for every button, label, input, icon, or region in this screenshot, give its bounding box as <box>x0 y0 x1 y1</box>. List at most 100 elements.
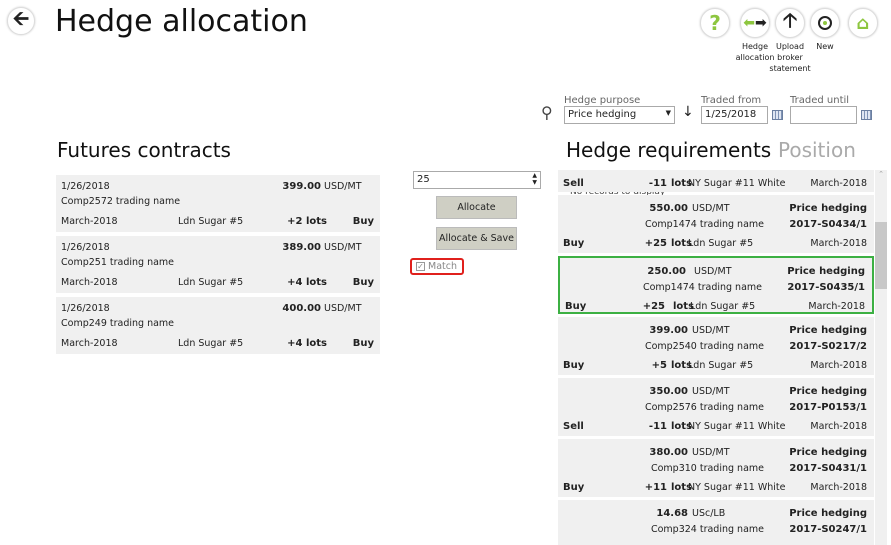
question-icon: ? <box>700 8 730 38</box>
company: Comp2576 trading name <box>644 402 764 413</box>
match-checkbox[interactable]: ✓ Match <box>410 258 464 275</box>
reference: 2017-S0434/1 <box>789 219 867 230</box>
chevron-down-icon: ▼ <box>665 109 671 117</box>
side: Buy <box>563 482 585 493</box>
company: Comp1474 trading name <box>642 282 762 293</box>
checkbox-icon: ✓ <box>416 262 425 271</box>
match-label: Match <box>428 261 458 272</box>
traded-until-input[interactable] <box>790 106 857 124</box>
requirement-item[interactable]: 14.68 USc/LB Price hedging Comp324 tradi… <box>558 500 874 545</box>
month: March-2018 <box>808 301 865 312</box>
side: Buy <box>352 338 374 349</box>
list-item[interactable]: Sell -11 lots NY Sugar #11 White March-2… <box>558 170 874 192</box>
unit: USD/MT <box>694 266 732 277</box>
month: March-2018 <box>61 338 118 349</box>
scrollbar-thumb[interactable] <box>875 222 887 289</box>
market: Ldn Sugar #5 <box>178 338 244 349</box>
trade-date: 1/26/2018 <box>61 181 110 192</box>
hedge-purpose-value: Price hedging <box>568 109 637 120</box>
market: NY Sugar #11 White <box>688 482 786 493</box>
month: March-2018 <box>810 360 867 371</box>
lots: +2 lots <box>287 216 327 227</box>
unit: USD/MT <box>324 242 362 253</box>
scroll-up-icon[interactable]: ⌃ <box>875 170 887 178</box>
market: Ldn Sugar #5 <box>688 238 754 249</box>
price: 399.00 <box>282 181 321 192</box>
traded-from-input[interactable]: 1/25/2018 <box>701 106 768 124</box>
requirement-item[interactable]: 250.00 USD/MT Price hedging Comp1474 tra… <box>558 256 874 314</box>
traded-from-label: Traded from <box>701 95 762 106</box>
company: Comp324 trading name <box>650 524 764 535</box>
company: Comp310 trading name <box>650 463 764 474</box>
reference: 2017-S0431/1 <box>789 463 867 474</box>
search-icon[interactable]: ⚲ <box>541 103 553 122</box>
calendar-icon[interactable] <box>861 110 872 120</box>
spin-icon[interactable]: ▲ ▼ <box>532 172 537 186</box>
unit: USD/MT <box>324 303 362 314</box>
side: Buy <box>563 238 585 249</box>
page-title: Hedge allocation <box>55 4 308 39</box>
sort-down-icon[interactable]: ↓ <box>682 104 694 120</box>
unit: USc/LB <box>692 508 726 519</box>
price: 399.00 <box>649 325 688 336</box>
futures-item[interactable]: 1/26/2018 389.00 USD/MT Comp251 trading … <box>56 236 380 293</box>
help-button[interactable]: ? <box>700 8 730 38</box>
requirement-item[interactable]: 350.00 USD/MT Price hedging Comp2576 tra… <box>558 378 874 436</box>
requirement-item[interactable]: 550.00 USD/MT Price hedging Comp1474 tra… <box>558 195 874 253</box>
new-button[interactable]: New <box>810 8 850 52</box>
market: NY Sugar #11 White <box>688 421 786 432</box>
tab-position[interactable]: Position <box>778 138 856 162</box>
month: March-2018 <box>810 421 867 432</box>
unit: USD/MT <box>692 203 730 214</box>
futures-title: Futures contracts <box>57 138 231 162</box>
requirement-item[interactable]: 380.00 USD/MT Price hedging Comp310 trad… <box>558 439 874 497</box>
arrow-up-icon: 🡡 <box>775 8 805 38</box>
quantity: +25 <box>644 238 667 249</box>
back-button[interactable]: 🡨 <box>7 6 35 35</box>
price: 550.00 <box>649 203 688 214</box>
purpose: Price hedging <box>787 266 865 277</box>
swap-arrows-icon: ⬅ ➡ <box>740 8 770 38</box>
reference: 2017-S0435/1 <box>787 282 865 293</box>
market: Ldn Sugar #5 <box>688 360 754 371</box>
requirements-title: Hedge requirements <box>566 138 772 162</box>
allocate-save-button[interactable]: Allocate & Save <box>436 227 517 250</box>
market: Ldn Sugar #5 <box>690 301 756 312</box>
home-button[interactable]: ⌂ <box>848 8 878 38</box>
unit: USD/MT <box>692 447 730 458</box>
side: Buy <box>565 301 587 312</box>
reference: 2017-S0217/2 <box>789 341 867 352</box>
unit: USD/MT <box>692 386 730 397</box>
price: 400.00 <box>282 303 321 314</box>
futures-item[interactable]: 1/26/2018 399.00 USD/MT Comp2572 trading… <box>56 175 380 232</box>
plus-circle-icon <box>810 8 840 38</box>
quantity: +11 <box>644 482 667 493</box>
company: Comp2572 trading name <box>61 196 181 207</box>
price: 389.00 <box>282 242 321 253</box>
calendar-icon[interactable] <box>772 110 783 120</box>
month: March-2018 <box>61 277 118 288</box>
futures-item[interactable]: 1/26/2018 400.00 USD/MT Comp249 trading … <box>56 297 380 354</box>
quantity-stepper[interactable]: 25 ▲ ▼ <box>413 171 541 189</box>
month: March-2018 <box>810 482 867 493</box>
side: Buy <box>563 360 585 371</box>
purpose: Price hedging <box>789 203 867 214</box>
scrollbar[interactable]: ⌃ <box>875 170 887 545</box>
allocate-button[interactable]: Allocate <box>436 196 517 219</box>
hedge-purpose-select[interactable]: Price hedging ▼ <box>564 106 675 124</box>
market: Ldn Sugar #5 <box>178 216 244 227</box>
trade-date: 1/26/2018 <box>61 242 110 253</box>
requirement-item[interactable]: 399.00 USD/MT Price hedging Comp2540 tra… <box>558 317 874 375</box>
company: Comp1474 trading name <box>644 219 764 230</box>
company: Comp251 trading name <box>61 257 175 268</box>
quantity: -11 <box>648 421 667 432</box>
trade-date: 1/26/2018 <box>61 303 110 314</box>
lots: +4 lots <box>287 338 327 349</box>
side: Buy <box>352 277 374 288</box>
price: 350.00 <box>649 386 688 397</box>
side: Buy <box>352 216 374 227</box>
quantity: +5 <box>651 360 667 371</box>
company: Comp2540 trading name <box>644 341 764 352</box>
requirements-list: No records to display Sell -11 lots NY S… <box>558 170 874 545</box>
unit: USD/MT <box>324 181 362 192</box>
